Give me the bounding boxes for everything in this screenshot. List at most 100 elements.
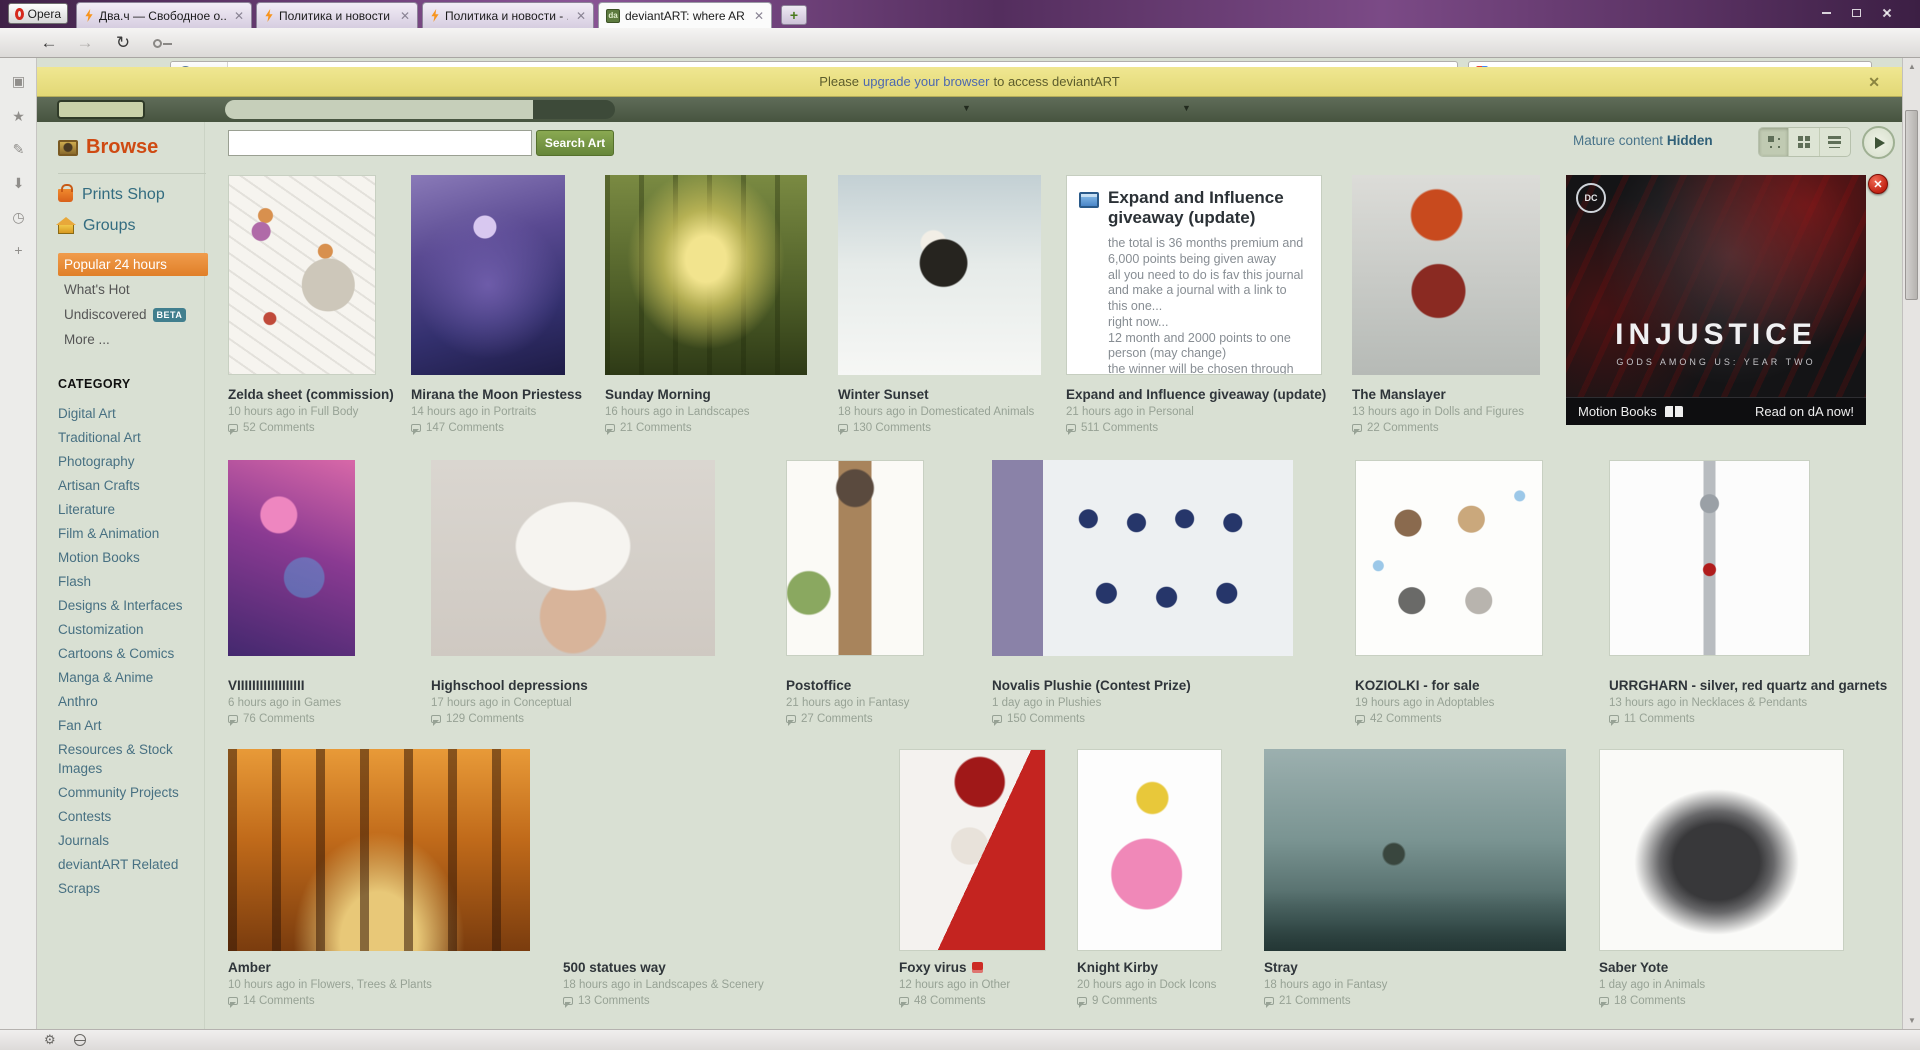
bookmarks-panel-icon[interactable]: ★ bbox=[0, 108, 37, 125]
back-button[interactable]: ← bbox=[36, 31, 62, 55]
scrollbar-thumb[interactable] bbox=[1905, 110, 1918, 300]
sunday-morning-thumbnail[interactable] bbox=[605, 175, 807, 375]
deviation-comments-link[interactable]: 11 Comments bbox=[1609, 713, 1890, 726]
zelda-sheet-thumbnail[interactable] bbox=[228, 175, 376, 375]
deviation-comments-link[interactable]: 27 Comments bbox=[786, 713, 1004, 726]
deviation-title-link[interactable]: Novalis Plushie (Contest Prize) bbox=[992, 678, 1191, 693]
close-window-button[interactable] bbox=[1882, 8, 1892, 18]
browser-tab-1[interactable]: Два.ч — Свободное о... ✕ bbox=[76, 2, 252, 28]
ad-close-icon[interactable]: ✕ bbox=[1868, 174, 1888, 194]
deviation-comments-link[interactable]: 76 Comments bbox=[228, 713, 435, 726]
deviation-title-link[interactable]: Postoffice bbox=[786, 678, 851, 693]
search-art-button[interactable]: Search Art bbox=[536, 130, 614, 156]
category-link-film-animation[interactable]: Film & Animation bbox=[58, 521, 208, 545]
deviation-title-link[interactable]: Zelda sheet (commission) bbox=[228, 387, 394, 402]
sidebar-menu-more-[interactable]: More ... bbox=[58, 328, 208, 351]
deviation-comments-link[interactable]: 14 Comments bbox=[228, 995, 610, 1008]
the-manslayer-thumbnail[interactable] bbox=[1352, 175, 1540, 375]
tab-close-icon[interactable]: ✕ bbox=[397, 10, 410, 22]
view-list-button[interactable] bbox=[1820, 128, 1850, 156]
deviation-comments-link[interactable]: 18 Comments bbox=[1599, 995, 1920, 1008]
deviation-title-link[interactable]: Winter Sunset bbox=[838, 387, 929, 402]
downloads-panel-icon[interactable]: ⬇ bbox=[0, 175, 37, 192]
category-link-photography[interactable]: Photography bbox=[58, 449, 208, 473]
category-link-artisan-crafts[interactable]: Artisan Crafts bbox=[58, 473, 208, 497]
sidebar-menu-undiscovered[interactable]: Undiscovered BETA bbox=[58, 303, 208, 326]
reload-button[interactable]: ↻ bbox=[110, 31, 136, 55]
deviation-title-link[interactable]: Expand and Influence giveaway (update) bbox=[1066, 387, 1326, 402]
category-link-scraps[interactable]: Scraps bbox=[58, 876, 208, 900]
deviation-title-link[interactable]: Knight Kirby bbox=[1077, 960, 1158, 975]
stray-thumbnail[interactable] bbox=[1264, 749, 1566, 951]
urrgharn-thumbnail[interactable] bbox=[1609, 460, 1810, 656]
deviation-title-link[interactable]: Amber bbox=[228, 960, 271, 975]
status-globe-icon[interactable] bbox=[73, 1034, 86, 1046]
deviation-title-link[interactable]: KOZIOLKI - for sale bbox=[1355, 678, 1480, 693]
sidebar-menu-popular-24-hours[interactable]: Popular 24 hours bbox=[58, 253, 208, 276]
deviation-title-link[interactable]: The Manslayer bbox=[1352, 387, 1446, 402]
deviation-title-link[interactable]: Mirana the Moon Priestess bbox=[411, 387, 582, 402]
browser-tab-4[interactable]: da deviantART: where AR... ✕ bbox=[598, 2, 772, 28]
viiii-thumbnail[interactable] bbox=[228, 460, 355, 656]
category-link-anthro[interactable]: Anthro bbox=[58, 689, 208, 713]
header-dropdown-icon[interactable]: ▼ bbox=[1182, 103, 1191, 113]
category-link-motion-books[interactable]: Motion Books bbox=[58, 545, 208, 569]
deviation-comments-link[interactable]: 13 Comments bbox=[563, 995, 946, 1008]
tab-close-icon[interactable]: ✕ bbox=[751, 10, 764, 22]
statues-way-thumbnail[interactable] bbox=[563, 749, 866, 951]
category-link-journals[interactable]: Journals bbox=[58, 828, 208, 852]
postoffice-thumbnail[interactable] bbox=[786, 460, 924, 656]
injustice-ad-banner[interactable]: DC INJUSTICE GODS AMONG US: YEAR TWO Motion… bbox=[1566, 175, 1866, 425]
slideshow-play-button[interactable] bbox=[1862, 126, 1895, 159]
giveaway-journal-card[interactable]: Expand and Influence giveaway (update) th… bbox=[1066, 175, 1322, 375]
history-panel-icon[interactable]: ◷ bbox=[0, 209, 37, 226]
category-link-customization[interactable]: Customization bbox=[58, 617, 208, 641]
wand-password-button[interactable] bbox=[144, 31, 172, 55]
tab-close-icon[interactable]: ✕ bbox=[231, 10, 244, 22]
minimize-button[interactable] bbox=[1822, 8, 1831, 18]
new-tab-button[interactable]: + bbox=[781, 5, 807, 25]
tab-close-icon[interactable]: ✕ bbox=[573, 10, 586, 22]
category-link-cartoons-comics[interactable]: Cartoons & Comics bbox=[58, 641, 208, 665]
category-link-flash[interactable]: Flash bbox=[58, 569, 208, 593]
category-link-designs-interfaces[interactable]: Designs & Interfaces bbox=[58, 593, 208, 617]
winter-sunset-thumbnail[interactable] bbox=[838, 175, 1041, 375]
preferences-wrench-icon[interactable]: ⚙ bbox=[44, 1032, 56, 1048]
header-dropdown-icon[interactable]: ▼ bbox=[962, 103, 971, 113]
koziolki-thumbnail[interactable] bbox=[1355, 460, 1543, 656]
add-panel-icon[interactable]: + bbox=[0, 242, 37, 258]
mature-content-toggle[interactable]: Mature content Hidden bbox=[1573, 133, 1713, 148]
view-thumbs-large-button[interactable] bbox=[1759, 128, 1790, 156]
opera-menu-button[interactable]: Opera bbox=[8, 3, 68, 24]
category-link-contests[interactable]: Contests bbox=[58, 804, 208, 828]
deviation-comments-link[interactable]: 21 Comments bbox=[1264, 995, 1646, 1008]
deviation-title-link[interactable]: Foxy virus bbox=[899, 960, 967, 975]
deviation-title-link[interactable]: URRGHARN - silver, red quartz and garnet… bbox=[1609, 678, 1887, 693]
upgrade-browser-link[interactable]: upgrade your browser bbox=[863, 74, 989, 89]
deviation-comments-link[interactable]: 150 Comments bbox=[992, 713, 1373, 726]
category-link-community-projects[interactable]: Community Projects bbox=[58, 780, 208, 804]
category-link-literature[interactable]: Literature bbox=[58, 497, 208, 521]
sidebar-link-groups[interactable]: Groups bbox=[56, 217, 204, 235]
scroll-up-icon[interactable]: ▲ bbox=[1903, 62, 1920, 71]
scroll-down-icon[interactable]: ▼ bbox=[1903, 1016, 1920, 1025]
deviation-title-link[interactable]: Saber Yote bbox=[1599, 960, 1668, 975]
site-header-search[interactable] bbox=[225, 100, 615, 119]
deviation-title-link[interactable]: 500 statues way bbox=[563, 960, 666, 975]
knight-kirby-thumbnail[interactable] bbox=[1077, 749, 1222, 951]
deviation-title-link[interactable]: Highschool depressions bbox=[431, 678, 588, 693]
sidebar-menu-what-s-hot[interactable]: What's Hot bbox=[58, 278, 208, 301]
maximize-button[interactable] bbox=[1852, 8, 1861, 18]
category-link-deviantart-related[interactable]: deviantART Related bbox=[58, 852, 208, 876]
forward-button[interactable]: → bbox=[72, 31, 98, 55]
saber-yote-thumbnail[interactable] bbox=[1599, 749, 1844, 951]
category-link-resources-stock-images[interactable]: Resources & Stock Images bbox=[58, 737, 208, 780]
category-link-traditional-art[interactable]: Traditional Art bbox=[58, 425, 208, 449]
browser-tab-2[interactable]: Политика и новости ✕ bbox=[256, 2, 418, 28]
site-header-button[interactable] bbox=[57, 100, 145, 119]
view-thumbs-small-button[interactable] bbox=[1789, 128, 1820, 156]
amber-thumbnail[interactable] bbox=[228, 749, 530, 951]
deviation-title-link[interactable]: Stray bbox=[1264, 960, 1298, 975]
category-link-digital-art[interactable]: Digital Art bbox=[58, 401, 208, 425]
mirana-thumbnail[interactable] bbox=[411, 175, 565, 375]
